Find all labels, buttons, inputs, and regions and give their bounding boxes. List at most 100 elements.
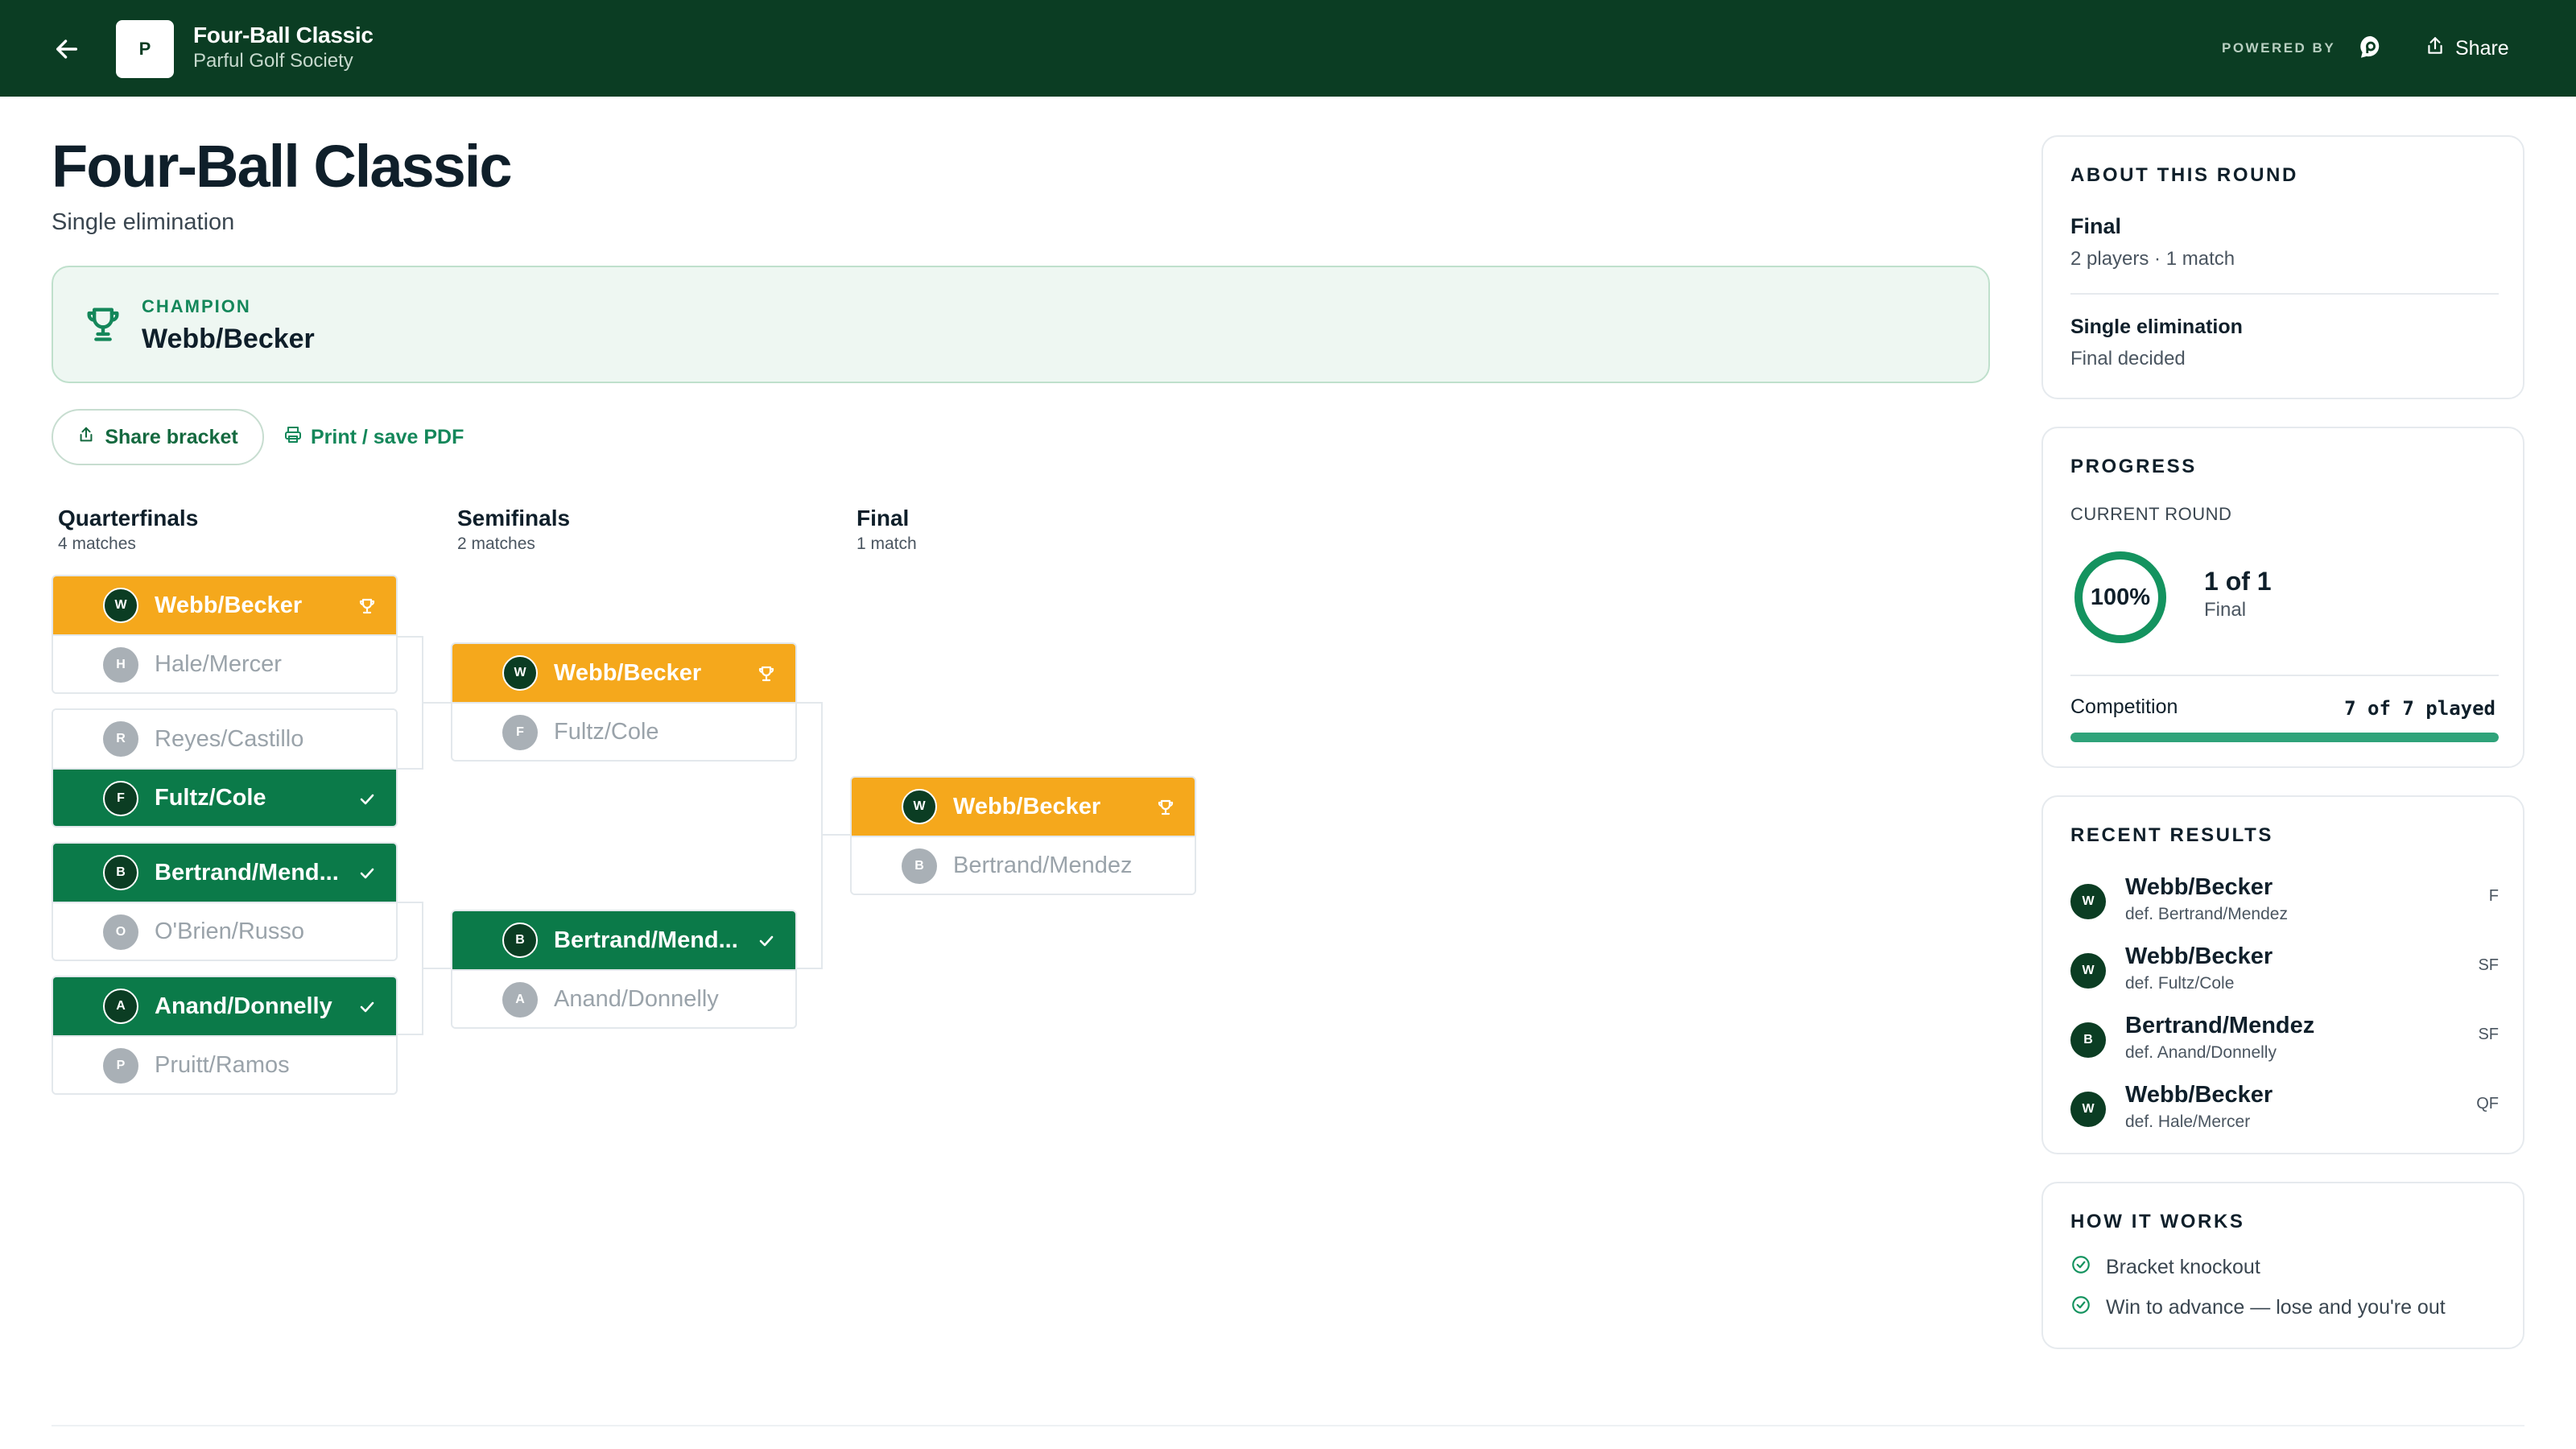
- player-row[interactable]: F Fultz/Cole: [452, 702, 795, 760]
- player-name: Bertrand/Mend...: [155, 859, 339, 886]
- bracket-connector: [398, 902, 423, 1035]
- player-name: Anand/Donnelly: [155, 993, 332, 1019]
- how-item-label: Bracket knockout: [2106, 1256, 2260, 1278]
- progress-percent: 100%: [2090, 584, 2151, 610]
- player-row[interactable]: O O'Brien/Russo: [53, 902, 396, 960]
- current-round-label: CURRENT ROUND: [2070, 504, 2232, 524]
- printer-icon: [283, 425, 303, 450]
- match-card[interactable]: W Webb/Becker F Fultz/Cole: [451, 642, 797, 762]
- player-avatar: R: [103, 721, 138, 757]
- player-name: Hale/Mercer: [155, 650, 282, 677]
- winner-name: Webb/Becker: [2125, 943, 2273, 969]
- player-avatar: P: [103, 1048, 138, 1084]
- about-round-card: ABOUT THIS ROUND Final 2 players · 1 mat…: [2041, 135, 2524, 399]
- match-card[interactable]: W Webb/Becker H Hale/Mercer: [52, 575, 398, 694]
- result-round: SF: [2478, 1026, 2499, 1043]
- print-pdf-link[interactable]: Print / save PDF: [283, 409, 464, 465]
- player-name: Bertrand/Mend...: [554, 927, 738, 953]
- winner-avatar: W: [2070, 953, 2106, 989]
- round-name: Final: [2070, 214, 2122, 238]
- champion-name: Webb/Becker: [142, 324, 315, 354]
- bracket-connector: [797, 702, 823, 969]
- player-avatar: F: [103, 781, 138, 816]
- page-title: Four-Ball Classic: [52, 133, 513, 200]
- round-header-quarterfinals: Quarterfinals 4 matches: [58, 506, 198, 554]
- player-name: Pruitt/Ramos: [155, 1051, 290, 1078]
- result-round: QF: [2476, 1095, 2499, 1113]
- app-subtitle: Parful Golf Society: [193, 50, 353, 72]
- player-row[interactable]: W Webb/Becker: [53, 576, 396, 634]
- player-row[interactable]: W Webb/Becker: [452, 644, 795, 702]
- match-card[interactable]: B Bertrand/Mend... A Anand/Donnelly: [451, 910, 797, 1029]
- player-row[interactable]: B Bertrand/Mendez: [852, 836, 1195, 894]
- round-status: Final decided: [2070, 348, 2186, 369]
- player-row[interactable]: A Anand/Donnelly: [452, 969, 795, 1027]
- match-card[interactable]: A Anand/Donnelly P Pruitt/Ramos: [52, 976, 398, 1095]
- share-bracket-button[interactable]: Share bracket: [52, 409, 264, 465]
- recent-result-item[interactable]: W Webb/Becker def. Fultz/Cole SF: [2070, 942, 2499, 998]
- recent-result-item[interactable]: W Webb/Becker def. Bertrand/Mendez F: [2070, 873, 2499, 929]
- player-row[interactable]: B Bertrand/Mend...: [452, 911, 795, 969]
- share-label: Share: [2455, 36, 2509, 60]
- player-name: Reyes/Castillo: [155, 725, 304, 752]
- match-card[interactable]: R Reyes/Castillo F Fultz/Cole: [52, 708, 398, 828]
- result-detail: def. Hale/Mercer: [2125, 1113, 2251, 1131]
- progress-card: PROGRESS CURRENT ROUND 100% 1 of 1 Final…: [2041, 427, 2524, 768]
- trophy-icon: [1156, 797, 1175, 816]
- check-icon: [757, 931, 776, 950]
- round-match-count: 2 matches: [457, 535, 535, 553]
- round-meta: 2 players · 1 match: [2070, 248, 2235, 270]
- trophy-icon: [82, 303, 124, 345]
- share-bracket-label: Share bracket: [105, 425, 238, 448]
- share-icon: [77, 426, 95, 449]
- competition-label: Competition: [2070, 696, 2178, 718]
- round-match-count: 4 matches: [58, 535, 136, 553]
- player-row[interactable]: R Reyes/Castillo: [53, 710, 396, 768]
- check-icon: [357, 997, 377, 1016]
- player-name: Webb/Becker: [554, 659, 702, 686]
- winner-name: Webb/Becker: [2125, 874, 2273, 900]
- player-row[interactable]: A Anand/Donnelly: [53, 977, 396, 1035]
- how-item: Bracket knockout: [2070, 1254, 2260, 1281]
- round-name: Semifinals: [457, 506, 571, 530]
- player-row[interactable]: W Webb/Becker: [852, 778, 1195, 836]
- match-card[interactable]: B Bertrand/Mend... O O'Brien/Russo: [52, 842, 398, 961]
- match-card[interactable]: W Webb/Becker B Bertrand/Mendez: [850, 776, 1196, 895]
- player-avatar: B: [502, 923, 538, 958]
- result-detail: def. Anand/Donnelly: [2125, 1043, 2277, 1062]
- card-heading: HOW IT WORKS: [2070, 1211, 2245, 1232]
- player-avatar: W: [502, 655, 538, 691]
- champion-banner: CHAMPION Webb/Becker: [52, 266, 1990, 383]
- player-row[interactable]: P Pruitt/Ramos: [53, 1035, 396, 1093]
- recent-result-item[interactable]: B Bertrand/Mendez def. Anand/Donnelly SF: [2070, 1011, 2499, 1067]
- footer-divider: [52, 1425, 2524, 1426]
- divider: [2070, 675, 2499, 676]
- round-name: Quarterfinals: [58, 506, 199, 530]
- player-name: Webb/Becker: [953, 793, 1101, 819]
- recent-result-item[interactable]: W Webb/Becker def. Hale/Mercer QF: [2070, 1080, 2499, 1137]
- player-avatar: B: [902, 848, 937, 884]
- round-header-semifinals: Semifinals 2 matches: [457, 506, 570, 554]
- parful-logo-icon[interactable]: [2357, 34, 2384, 61]
- player-name: Anand/Donnelly: [554, 985, 719, 1012]
- player-avatar: F: [502, 715, 538, 750]
- player-avatar: H: [103, 647, 138, 683]
- card-heading: PROGRESS: [2070, 456, 2197, 477]
- player-row[interactable]: H Hale/Mercer: [53, 634, 396, 692]
- player-avatar: B: [103, 855, 138, 890]
- player-row[interactable]: B Bertrand/Mend...: [53, 844, 396, 902]
- top-bar: P Four-Ball Classic Parful Golf Society …: [0, 0, 2576, 97]
- round-name: Final: [857, 506, 910, 530]
- winner-avatar: B: [2070, 1022, 2106, 1058]
- player-row[interactable]: F Fultz/Cole: [53, 768, 396, 826]
- share-button[interactable]: Share: [2425, 32, 2509, 64]
- share-icon: [2425, 35, 2446, 62]
- card-heading: RECENT RESULTS: [2070, 824, 2273, 846]
- trophy-icon: [757, 663, 776, 683]
- card-heading: ABOUT THIS ROUND: [2070, 164, 2298, 186]
- player-avatar: A: [103, 989, 138, 1024]
- format-name: Single elimination: [2070, 316, 2243, 338]
- back-arrow-icon[interactable]: [50, 32, 84, 66]
- trophy-icon: [357, 596, 377, 615]
- check-icon: [357, 863, 377, 882]
